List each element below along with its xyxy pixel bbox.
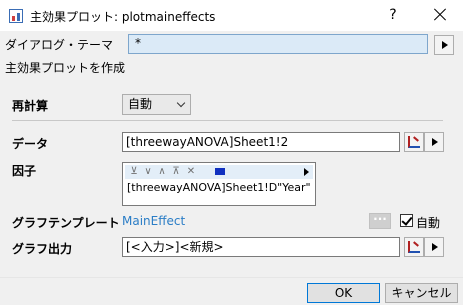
list-item[interactable]: [threewayANOVA]Sheet1!D"Year" xyxy=(127,181,311,194)
section-title: 主効果プロットを作成 xyxy=(5,61,126,75)
footer-divider xyxy=(0,277,463,278)
ok-button[interactable]: OK xyxy=(307,283,380,303)
move-top-icon[interactable]: ⊼ xyxy=(170,165,182,179)
theme-menu-arrow-icon[interactable] xyxy=(434,35,454,55)
cancel-button[interactable]: キャンセル xyxy=(385,283,458,303)
factor-list[interactable]: ⊻ ∨ ∧ ⊼ ✕ [threewayANOVA]Sheet1!D"Year" xyxy=(122,162,316,206)
close-icon[interactable] xyxy=(430,5,450,25)
expand-icon[interactable] xyxy=(304,168,309,176)
output-menu-arrow-icon[interactable] xyxy=(424,237,444,257)
data-input[interactable]: [threewayANOVA]Sheet1!2 xyxy=(122,132,400,152)
auto-checkbox[interactable] xyxy=(400,214,413,227)
chevron-down-icon xyxy=(176,98,186,108)
title-bar: 主効果プロット: plotmaineffects ? xyxy=(0,0,463,31)
data-menu-arrow-icon[interactable] xyxy=(424,132,444,152)
output-label: グラフ出力 xyxy=(12,242,73,256)
move-down-icon[interactable]: ∨ xyxy=(142,165,154,179)
select-icon[interactable] xyxy=(215,168,225,175)
recalc-selected-value: 自動 xyxy=(128,97,153,111)
window-title: 主効果プロット: plotmaineffects xyxy=(30,10,216,24)
factor-label: 因子 xyxy=(12,164,37,178)
move-up-icon[interactable]: ∧ xyxy=(156,165,168,179)
template-link[interactable]: MainEffect xyxy=(122,214,185,228)
help-button[interactable]: ? xyxy=(384,6,402,24)
factor-toolbar: ⊻ ∨ ∧ ⊼ ✕ xyxy=(125,165,313,179)
recalc-select[interactable]: 自動 xyxy=(122,94,191,115)
theme-field[interactable]: * xyxy=(128,34,428,54)
template-browse-button[interactable]: ··· xyxy=(369,213,391,229)
auto-label: 自動 xyxy=(416,216,441,230)
move-bottom-icon[interactable]: ⊻ xyxy=(128,165,140,179)
output-select-icon[interactable] xyxy=(404,237,424,257)
delete-icon[interactable]: ✕ xyxy=(185,165,197,179)
app-icon xyxy=(9,9,23,23)
theme-label: ダイアログ・テーマ xyxy=(5,38,114,52)
recalc-label: 再計算 xyxy=(12,99,49,113)
group-divider xyxy=(12,120,443,121)
output-input[interactable]: [<入力>]<新規> xyxy=(122,237,400,257)
template-label: グラフテンプレート xyxy=(12,216,120,230)
data-range-select-icon[interactable] xyxy=(404,132,424,152)
data-label: データ xyxy=(12,137,49,151)
